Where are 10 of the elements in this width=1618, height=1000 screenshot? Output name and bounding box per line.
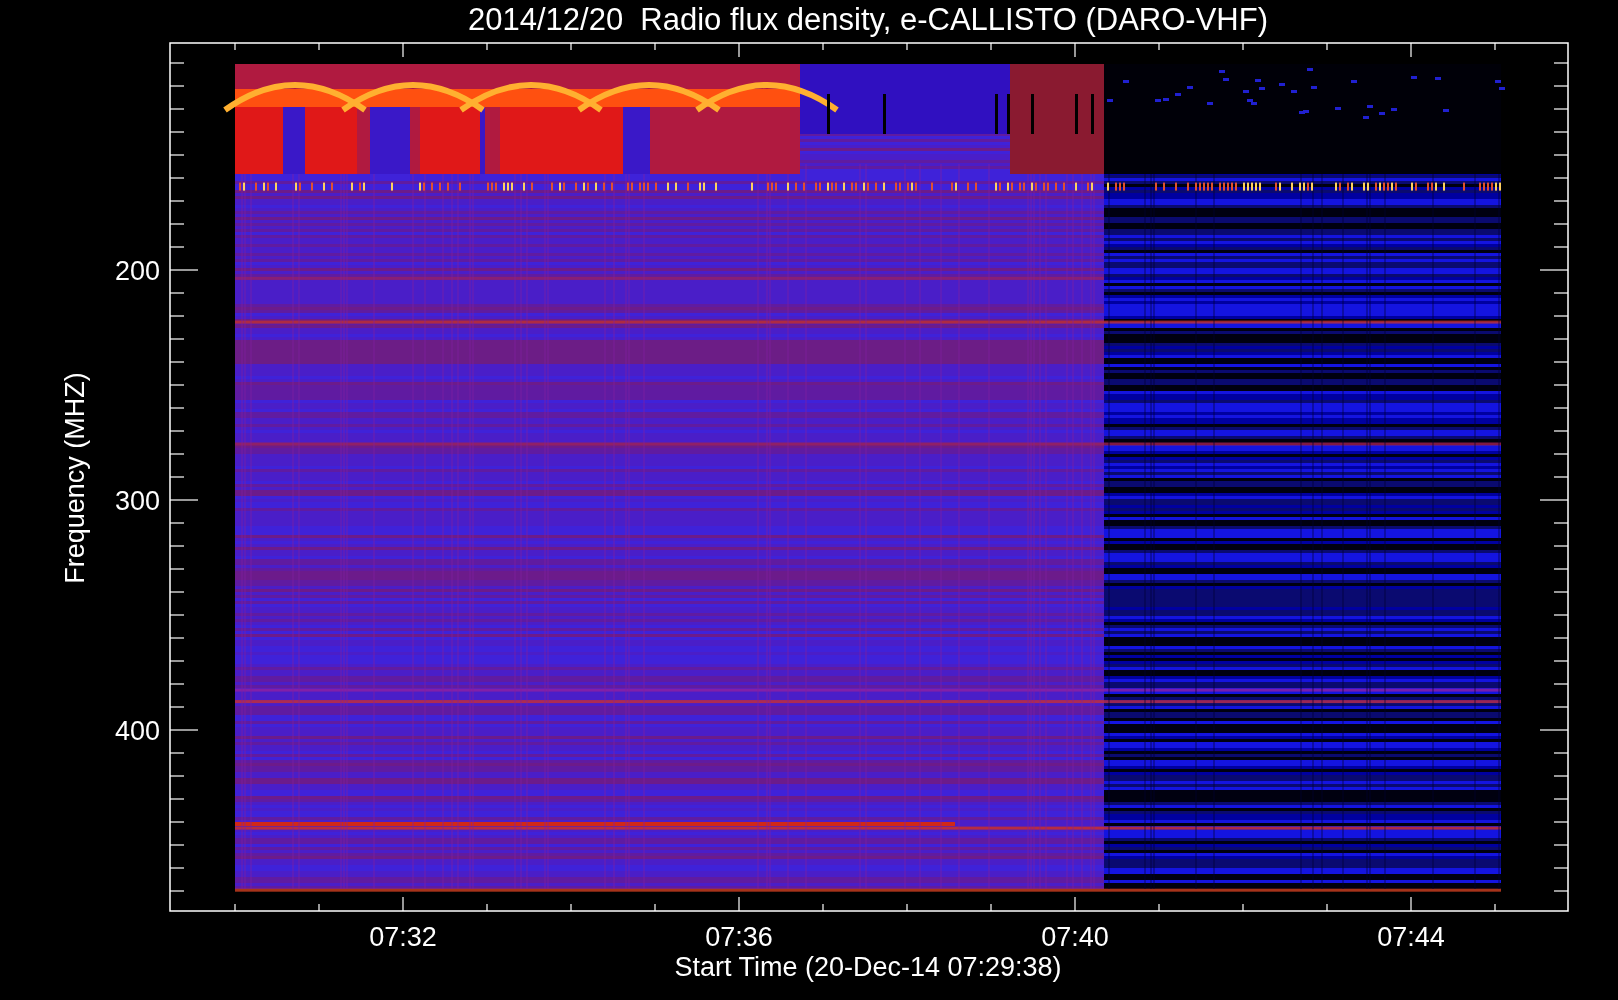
x-tick-label: 07:44 [1377, 922, 1445, 952]
x-axis-label: Start Time (20-Dec-14 07:29:38) [674, 952, 1062, 982]
y-tick-label: 300 [114, 486, 160, 516]
chart-title: 2014/12/20 Radio flux density, e-CALLISTO (DARO-VHF) [468, 2, 1268, 37]
y-tick-label: 400 [114, 716, 160, 746]
x-tick-label: 07:36 [705, 922, 773, 952]
x-tick-label: 07:32 [369, 922, 437, 952]
y-axis-label: Frequency (MHZ) [60, 372, 90, 584]
y-tick-label: 200 [114, 256, 160, 286]
x-tick-label: 07:40 [1041, 922, 1109, 952]
